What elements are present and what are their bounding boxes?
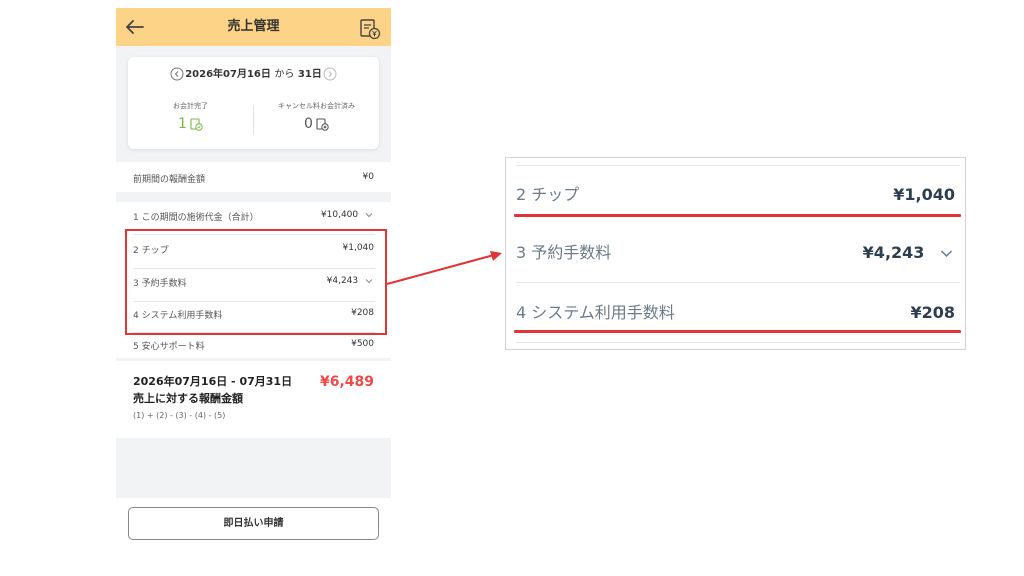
cancel-count-row: 0 [254,116,379,132]
page-title: 売上管理 [227,19,280,34]
row-divider [516,342,960,343]
summary-card: 2026年07月16日 から 31日 お会計完了 1 キャンセル料お会計済み 0 [128,57,379,149]
total-formula: (1) + (2) - (3) - (4) - (5) [133,411,226,420]
zoom-panel: 2 チップ ¥1,040 3 予約手数料 ¥4,243 4 システム利用手数料 … [505,157,966,350]
cancel-stat: キャンセル料お会計済み 0 [254,101,379,132]
zoom-row-system-fee: 4 システム利用手数料 ¥208 [506,284,965,342]
red-underline [514,330,961,333]
receipt-cancel-icon [316,117,329,131]
app-header: 売上管理 [116,8,391,46]
total-caption: 売上に対する報酬金額 [133,392,243,405]
total-title: 2026年07月16日 - 07月31日 売上に対する報酬金額 [133,373,292,407]
red-underline [514,214,961,217]
date-start: 2026年07月16日 [185,69,271,80]
previous-period-value: ¥0 [362,172,374,182]
zoom-row-booking-fee: 3 予約手数料 ¥4,243 [506,224,965,282]
row-divider [516,282,960,283]
bottom-background [116,438,391,498]
prev-period-icon[interactable] [170,67,184,81]
item-value: ¥10,400 [320,210,359,220]
total-amount: ¥6,489 [319,374,374,390]
receipt-yen-icon[interactable] [359,18,381,40]
item-label: 1 この期間の施術代金（合計） [133,213,259,223]
section-gap [116,192,391,202]
completed-count-row: 1 [128,116,253,132]
item-label: 5 安心サポート料 [133,342,205,352]
zoom-item-label: 3 予約手数料 [516,243,612,262]
chevron-down-icon[interactable] [365,212,373,218]
instant-payout-button[interactable]: 即日払い申請 [128,507,379,540]
total-period: 2026年07月16日 - 07月31日 [133,375,293,388]
date-end: 31日 [297,69,322,80]
zoom-item-value: ¥208 [910,303,955,322]
section-gap [116,358,391,361]
completed-count: 1 [178,116,187,132]
date-range-text: 2026年07月16日 から 31日 [185,69,322,80]
zoom-item-value: ¥4,243 [862,243,925,262]
cancel-label: キャンセル料お会計済み [278,102,355,110]
date-range-selector: 2026年07月16日 から 31日 [128,67,379,83]
highlight-box [125,229,387,335]
cancel-count: 0 [304,116,313,132]
completed-stat: お会計完了 1 [128,101,253,132]
item-value: ¥500 [351,339,374,349]
receipt-check-icon [190,117,203,131]
next-period-icon[interactable] [323,67,337,81]
zoom-item-label: 4 システム利用手数料 [516,303,675,322]
date-connector: から [274,69,295,80]
completed-label: お会計完了 [173,102,208,110]
chevron-down-icon[interactable] [940,249,953,258]
previous-period-label: 前期間の報酬金額 [133,175,206,185]
